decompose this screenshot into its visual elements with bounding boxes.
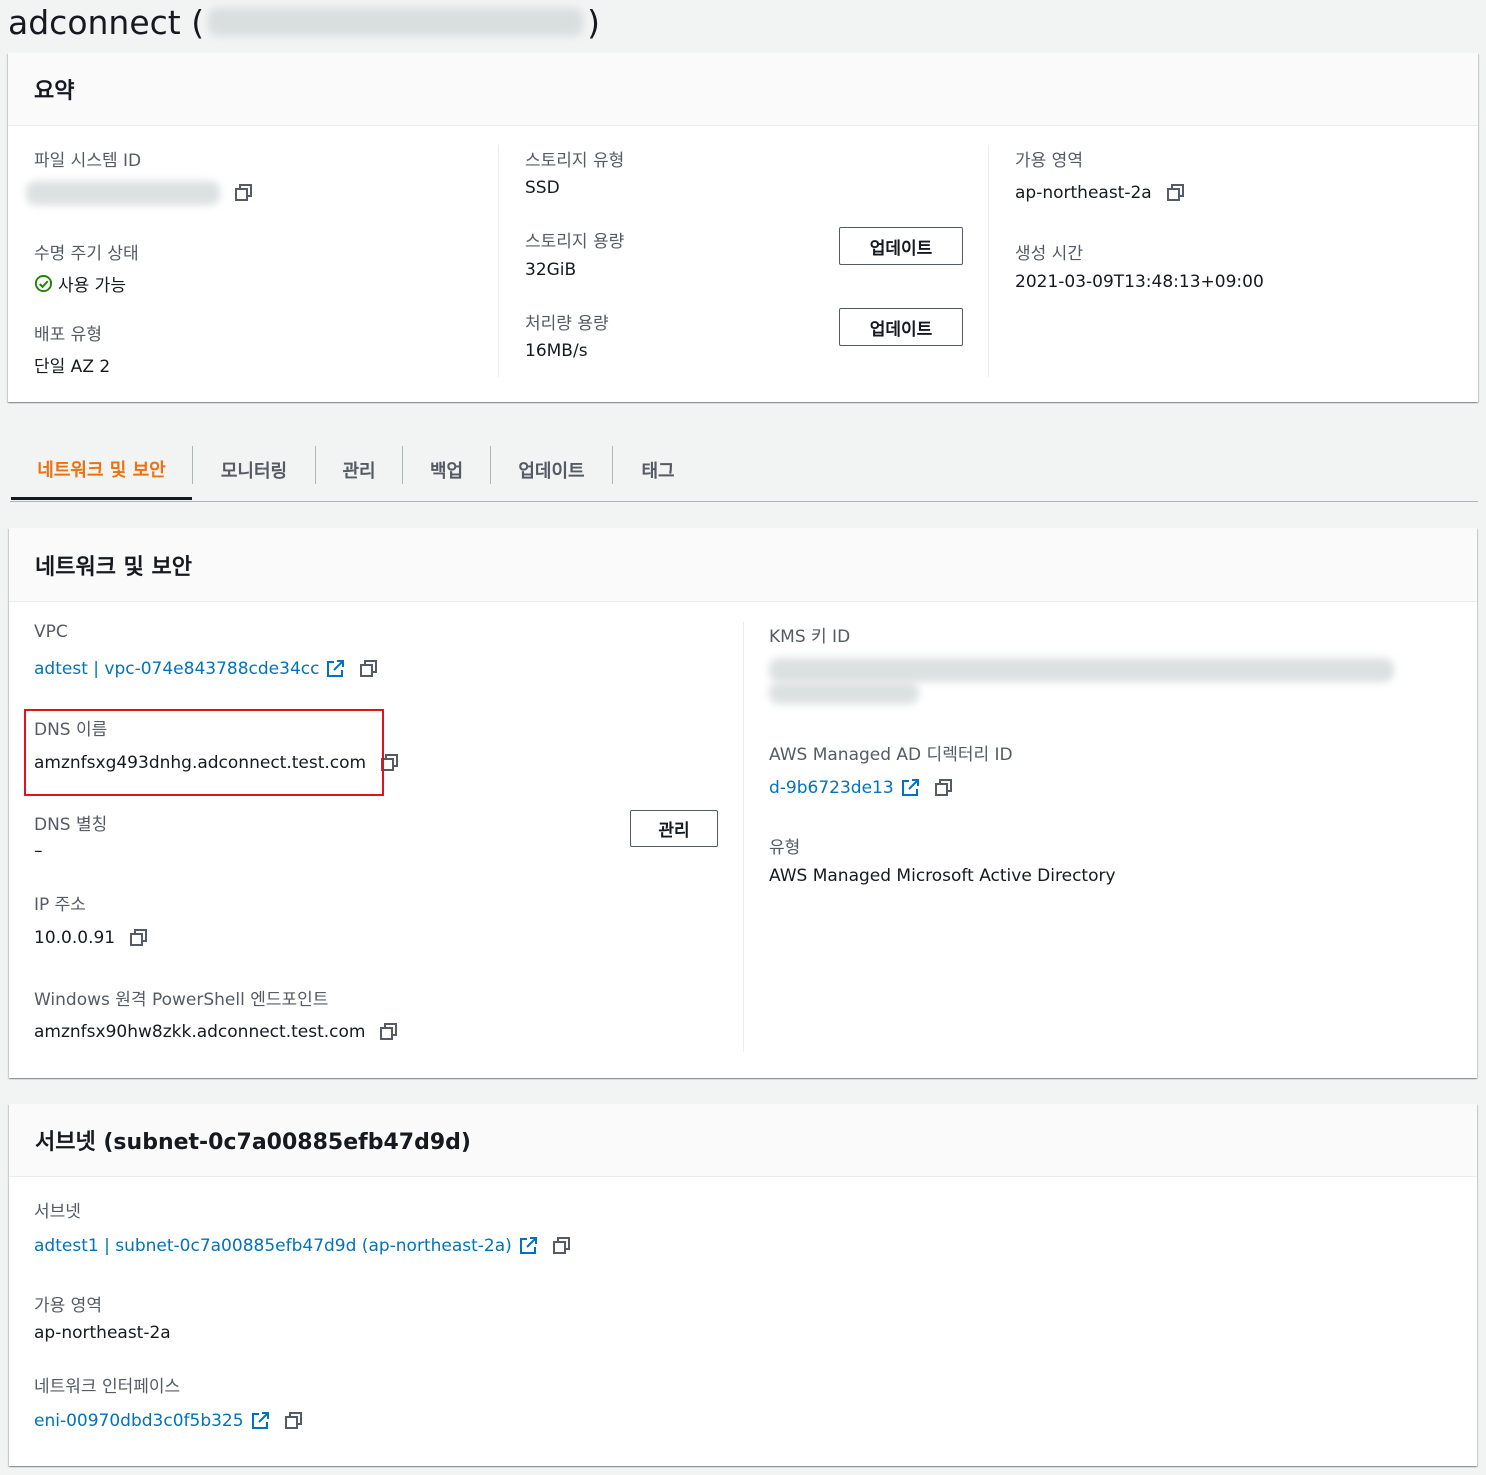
external-link-icon[interactable]: [518, 1236, 538, 1256]
highlight-annotation: [24, 709, 384, 796]
copy-icon[interactable]: [552, 1236, 572, 1256]
ad-directory-id-value: d-9b6723de13: [769, 778, 954, 798]
summary-header: 요약: [8, 53, 1478, 126]
file-system-id-label: 파일 시스템 ID: [34, 151, 142, 171]
powershell-endpoint-value: amznfsx90hw8zkk.adconnect.test.com: [34, 1022, 399, 1042]
summary-panel: 요약 파일 시스템 ID 수명 주기 상태 사용 가능 배포 유형 단일 AZ …: [8, 53, 1478, 402]
dns-alias-label: DNS 별칭: [34, 815, 108, 835]
dns-alias-value: –: [34, 841, 43, 861]
column-divider: [988, 145, 989, 377]
availability-zone-value: ap-northeast-2a: [1015, 183, 1186, 203]
directory-type-label: 유형: [769, 838, 801, 858]
update-throughput-button[interactable]: 업데이트: [839, 308, 963, 346]
subnet-header: 서브넷 (subnet-0c7a00885efb47d9d): [9, 1104, 1477, 1177]
copy-icon[interactable]: [934, 778, 954, 798]
file-system-id-value: [26, 181, 254, 205]
subnet-az-label: 가용 영역: [34, 1296, 102, 1316]
success-check-icon: [34, 274, 53, 293]
page-title-suffix: ): [587, 2, 600, 42]
storage-type-label: 스토리지 유형: [525, 151, 625, 171]
vpc-value: adtest | vpc-074e843788cde34cc: [34, 659, 379, 679]
storage-type-value: SSD: [525, 178, 560, 198]
redacted-id: [208, 8, 584, 36]
summary-title: 요약: [34, 79, 75, 104]
availability-zone-text: ap-northeast-2a: [1015, 183, 1152, 203]
ip-address-text: 10.0.0.91: [34, 928, 116, 948]
creation-time-label: 생성 시간: [1015, 244, 1083, 264]
subnet-value: adtest1 | subnet-0c7a00885efb47d9d (ap-n…: [34, 1236, 572, 1256]
vpc-label: VPC: [34, 622, 68, 642]
copy-icon[interactable]: [1166, 183, 1186, 203]
external-link-icon[interactable]: [250, 1411, 270, 1431]
network-security-title: 네트워크 및 보안: [35, 554, 192, 580]
ad-directory-link[interactable]: d-9b6723de13: [769, 778, 894, 798]
tab-network-security[interactable]: 네트워크 및 보안: [11, 440, 192, 500]
copy-icon[interactable]: [234, 183, 254, 203]
subnet-panel: 서브넷 (subnet-0c7a00885efb47d9d) 서브넷 adtes…: [9, 1104, 1477, 1466]
network-interface-value: eni-00970dbd3c0f5b325: [34, 1411, 304, 1431]
tab-monitoring[interactable]: 모니터링: [193, 440, 315, 500]
tab-bar: 네트워크 및 보안 모니터링 관리 백업 업데이트 태그: [10, 420, 1478, 502]
deployment-type-value: 단일 AZ 2: [34, 357, 111, 377]
copy-icon[interactable]: [284, 1411, 304, 1431]
directory-type-value: AWS Managed Microsoft Active Directory: [769, 866, 1116, 886]
manage-dns-alias-button[interactable]: 관리: [630, 810, 718, 847]
ad-directory-id-label: AWS Managed AD 디렉터리 ID: [769, 745, 1013, 765]
throughput-value: 16MB/s: [525, 341, 588, 361]
redacted-file-system-id: [26, 181, 220, 205]
update-storage-button[interactable]: 업데이트: [839, 227, 963, 265]
subnet-label: 서브넷: [34, 1202, 81, 1222]
external-link-icon[interactable]: [325, 659, 345, 679]
ip-address-value: 10.0.0.91: [34, 928, 149, 948]
column-divider: [743, 622, 744, 1052]
copy-icon[interactable]: [129, 928, 149, 948]
vpc-link[interactable]: adtest | vpc-074e843788cde34cc: [34, 659, 319, 679]
network-security-header: 네트워크 및 보안: [9, 528, 1477, 602]
lifecycle-value: 사용 가능: [34, 271, 126, 296]
powershell-endpoint-text: amznfsx90hw8zkk.adconnect.test.com: [34, 1022, 366, 1042]
page-title: adconnect ( ): [8, 2, 600, 42]
external-link-icon[interactable]: [900, 778, 920, 798]
availability-zone-label: 가용 영역: [1015, 151, 1083, 171]
throughput-label: 처리량 용량: [525, 314, 609, 334]
tab-management[interactable]: 관리: [316, 440, 402, 500]
page-title-prefix: adconnect (: [8, 2, 205, 42]
lifecycle-label: 수명 주기 상태: [34, 244, 139, 264]
powershell-endpoint-label: Windows 원격 PowerShell 엔드포인트: [34, 990, 329, 1010]
tab-updates[interactable]: 업데이트: [491, 440, 612, 500]
network-security-panel: 네트워크 및 보안 VPC adtest | vpc-074e843788cde…: [9, 528, 1477, 1078]
storage-capacity-label: 스토리지 용량: [525, 232, 625, 252]
copy-icon[interactable]: [379, 1022, 399, 1042]
subnet-link[interactable]: adtest1 | subnet-0c7a00885efb47d9d (ap-n…: [34, 1236, 512, 1256]
network-interface-label: 네트워크 인터페이스: [34, 1377, 181, 1397]
subnet-az-value: ap-northeast-2a: [34, 1323, 171, 1343]
ip-address-label: IP 주소: [34, 895, 86, 915]
kms-key-id-label: KMS 키 ID: [769, 627, 851, 647]
storage-capacity-value: 32GiB: [525, 260, 577, 280]
network-interface-link[interactable]: eni-00970dbd3c0f5b325: [34, 1411, 244, 1431]
deployment-type-label: 배포 유형: [34, 325, 102, 345]
redacted-kms-key-id: [769, 658, 1394, 682]
lifecycle-status-text: 사용 가능: [58, 276, 126, 296]
creation-time-value: 2021-03-09T13:48:13+09:00: [1015, 272, 1264, 292]
column-divider: [498, 145, 499, 377]
subnet-title: 서브넷 (subnet-0c7a00885efb47d9d): [35, 1130, 471, 1155]
copy-icon[interactable]: [359, 659, 379, 679]
redacted-kms-key-id: [769, 682, 919, 704]
tab-backup[interactable]: 백업: [403, 440, 490, 500]
tab-tags[interactable]: 태그: [613, 440, 703, 500]
